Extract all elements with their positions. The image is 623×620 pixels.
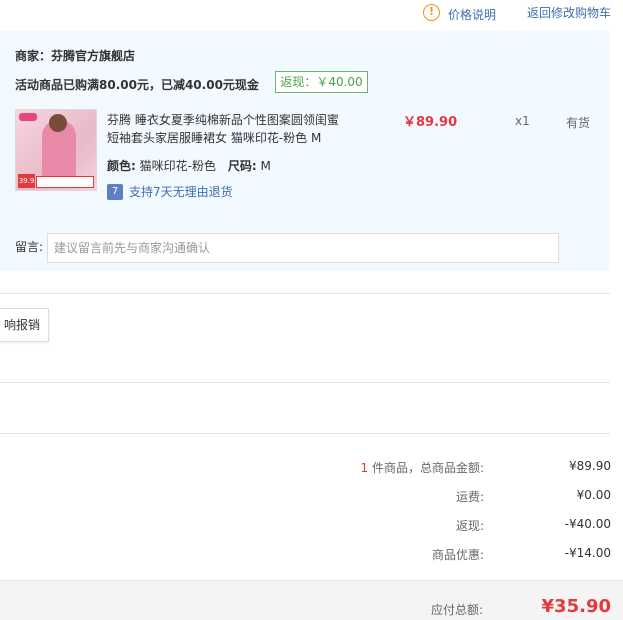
product-thumbnail[interactable]: 39.9 <box>15 109 97 191</box>
price-help-link[interactable]: 价格说明 <box>448 6 496 23</box>
items-total-label: 1 件商品，总商品金额: <box>361 459 485 476</box>
shipping-label: 运费: <box>455 490 484 504</box>
brand-logo <box>19 113 37 121</box>
size-label: 尺码: <box>227 159 257 173</box>
total-bar: 应付总额: ¥35.90 <box>0 580 623 620</box>
discount-label: 商品优惠: <box>431 548 484 562</box>
divider <box>0 382 610 383</box>
shop-name[interactable]: 商家：芬腾官方旗舰店 <box>15 47 135 64</box>
return-policy-text[interactable]: 支持7天无理由退货 <box>129 183 233 200</box>
total-value: ¥35.90 <box>541 596 611 617</box>
product-price: ￥89.90 <box>403 115 458 130</box>
items-count: 1 <box>360 461 369 475</box>
size-value: M <box>260 159 271 173</box>
product-quantity: x1 <box>515 114 530 128</box>
divider <box>0 293 610 294</box>
rebate-label: 返现: <box>455 519 484 533</box>
remark-label: 留言: <box>15 240 44 254</box>
model-head <box>49 114 67 132</box>
total-label: 应付总额: <box>430 603 483 617</box>
promo-text: 活动商品已购满80.00元，已减40.00元现金 <box>15 78 259 92</box>
product-title[interactable]: 芬腾 睡衣女夏季纯棉新品个性图案圆领闺蜜短袖套头家居服睡裙女 猫咪印花-粉色 M <box>107 111 347 147</box>
invoice-button[interactable]: 响报销 <box>0 308 49 342</box>
product-attributes: 颜色: 猫咪印花-粉色 尺码: M <box>107 157 279 174</box>
shipping-value: ¥0.00 <box>576 488 611 502</box>
return-policy[interactable]: 7 支持7天无理由退货 <box>107 183 233 200</box>
summary-row-items: 1 件商品，总商品金额: ¥89.90 <box>0 459 623 479</box>
shop-order-block: 商家：芬腾官方旗舰店 活动商品已购满80.00元，已减40.00元现金 返现：￥… <box>0 31 610 271</box>
items-total-value: ¥89.90 <box>569 459 611 473</box>
back-to-cart-link[interactable]: 返回修改购物车 <box>527 4 611 21</box>
rebate-value: -¥40.00 <box>564 517 611 531</box>
summary-row-shipping: 运费: ¥0.00 <box>0 488 623 508</box>
info-icon: ! <box>423 4 440 21</box>
summary-row-rebate: 返现: -¥40.00 <box>0 517 623 537</box>
remark-input[interactable] <box>47 233 559 263</box>
return-7day-icon: 7 <box>107 183 123 200</box>
divider <box>0 433 610 434</box>
price-badge: 39.9 <box>18 174 35 188</box>
stock-status: 有货 <box>566 116 591 130</box>
top-bar: ! 价格说明 返回修改购物车 <box>0 0 623 30</box>
color-label: 颜色: <box>107 159 136 173</box>
items-label-text: 件商品，总商品金额: <box>368 461 484 475</box>
summary-row-discount: 商品优惠: -¥14.00 <box>0 546 623 566</box>
discount-value: -¥14.00 <box>564 546 611 560</box>
color-value: 猫咪印花-粉色 <box>139 159 216 173</box>
promo-banner <box>36 176 94 188</box>
rebate-tag: 返现：￥40.00 <box>275 71 368 93</box>
